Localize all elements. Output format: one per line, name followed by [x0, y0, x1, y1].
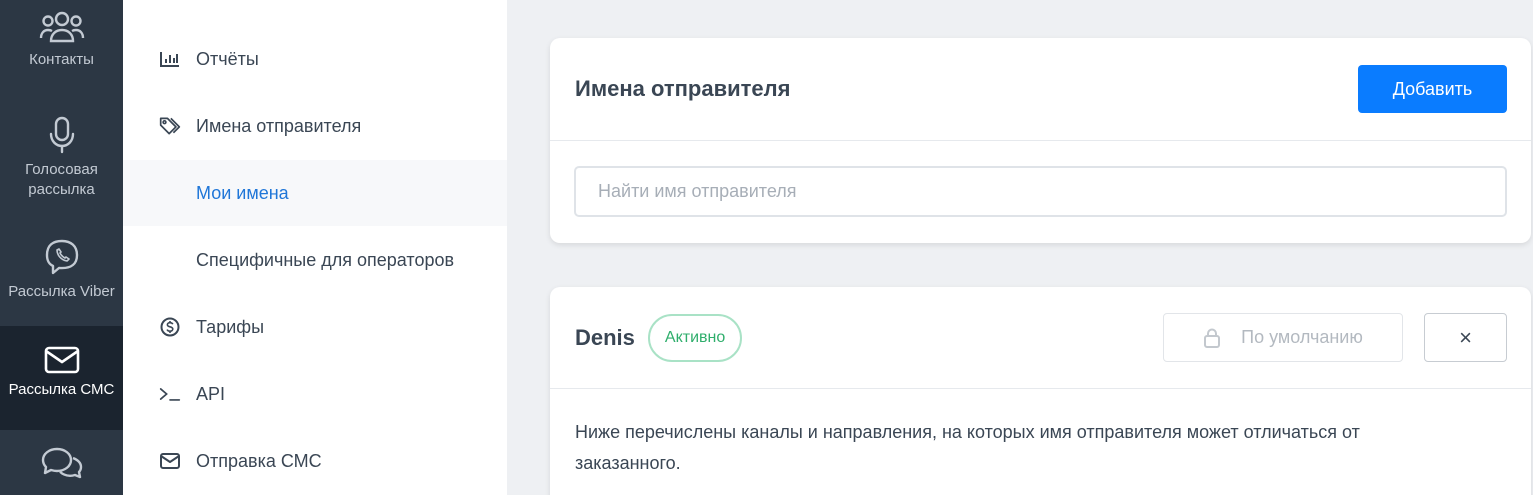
set-default-label: По умолчанию — [1241, 327, 1363, 347]
add-button[interactable]: Добавить — [1358, 65, 1507, 113]
sender-card-header: Denis Активно По умолчанию × — [550, 287, 1531, 389]
chat-bubbles-icon — [41, 446, 83, 480]
dollar-circle-icon — [159, 316, 181, 338]
viber-icon — [44, 238, 80, 276]
close-icon: × — [1459, 324, 1472, 350]
nav-item-reports[interactable]: Отчёты — [123, 26, 507, 92]
nav-item-label: Отчёты — [196, 48, 259, 69]
close-button[interactable]: × — [1424, 313, 1507, 362]
lock-icon — [1203, 328, 1221, 348]
nav-item-label: Мои имена — [196, 182, 289, 203]
users-icon — [39, 10, 85, 44]
nav-item-sender-names[interactable]: Имена отправителя — [123, 93, 507, 159]
set-default-button[interactable]: По умолчанию — [1163, 313, 1403, 362]
envelope-icon — [44, 346, 80, 374]
rail-item-voice[interactable]: Голосовая рассылка — [0, 102, 123, 224]
nav-item-label: Имена отправителя — [196, 115, 362, 136]
rail-item-label: Рассылка Viber — [8, 283, 115, 300]
nav-item-label: Отправка СМС — [196, 450, 322, 471]
panel-header: Имена отправителя Добавить — [550, 38, 1531, 141]
rail-item-label: Голосовая рассылка — [25, 161, 98, 198]
search-input[interactable] — [574, 166, 1507, 217]
microphone-icon — [49, 116, 75, 154]
nav-item-label: Специфичные для операторов — [196, 249, 455, 270]
rail-item-chat[interactable] — [0, 430, 123, 495]
nav-item-label: API — [196, 383, 226, 404]
secondary-nav: Отчёты Имена отправителя Мои имена Специ… — [123, 0, 507, 495]
rail-item-label: Контакты — [29, 51, 94, 68]
sender-names-panel: Имена отправителя Добавить — [550, 38, 1531, 243]
nav-item-send-sms[interactable]: Отправка СМС — [123, 428, 507, 494]
status-badge: Активно — [647, 313, 743, 362]
rail-item-contacts[interactable]: Контакты — [0, 0, 123, 102]
nav-item-tariffs[interactable]: Тарифы — [123, 294, 507, 360]
sender-description: Ниже перечислены каналы и направления, н… — [575, 422, 1360, 473]
envelope-icon — [159, 450, 181, 472]
bar-chart-icon — [159, 48, 181, 70]
nav-item-my-names[interactable]: Мои имена — [123, 160, 507, 226]
rail-item-viber[interactable]: Рассылка Viber — [0, 224, 123, 326]
nav-item-operator-specific[interactable]: Специфичные для операторов — [123, 227, 507, 293]
terminal-icon — [159, 383, 181, 405]
sender-name: Denis — [575, 324, 635, 350]
icon-rail: Контакты Голосовая рассылка Рассылка Vib… — [0, 0, 123, 495]
sender-card: Denis Активно По умолчанию × Ниже перечи… — [550, 287, 1531, 495]
nav-item-label: Тарифы — [196, 316, 265, 337]
page-title: Имена отправителя — [575, 76, 791, 101]
tags-icon — [159, 115, 181, 137]
rail-item-label: Рассылка СМС — [8, 381, 115, 398]
rail-item-sms[interactable]: Рассылка СМС — [0, 326, 123, 430]
nav-item-api[interactable]: API — [123, 361, 507, 427]
